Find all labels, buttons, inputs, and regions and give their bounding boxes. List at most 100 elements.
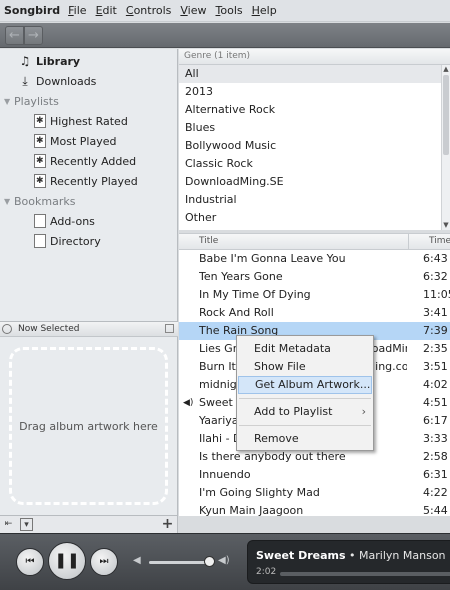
- smart-playlist-icon: [34, 154, 46, 168]
- collapse-triangle-icon: ▼: [4, 196, 11, 206]
- track-time: 5:44: [423, 504, 448, 516]
- genre-item[interactable]: Other: [179, 209, 441, 227]
- genre-item[interactable]: 2013: [179, 83, 441, 101]
- track-time: 2:35: [423, 342, 448, 355]
- track-time: 4:51: [423, 396, 448, 409]
- sidebar-item-downloads[interactable]: ⤓ Downloads: [18, 71, 96, 91]
- sidebar-item-label: Directory: [50, 234, 101, 248]
- smart-playlist-icon: [34, 134, 46, 148]
- track-time: 6:32: [423, 270, 448, 283]
- bookmarks-group[interactable]: ▼ Bookmarks: [4, 191, 75, 211]
- pane-menu-icon[interactable]: [165, 324, 174, 333]
- sidebar-item-directory[interactable]: Directory: [34, 231, 101, 251]
- page-icon: [34, 214, 46, 228]
- track-row[interactable]: I'm Going Slighty Mad 4:22: [179, 484, 450, 502]
- scroll-down-icon[interactable]: ▼: [442, 221, 450, 230]
- menu-item-label: Add to Playlist: [254, 405, 333, 418]
- genre-column-header[interactable]: Genre (1 item): [179, 49, 450, 65]
- toggle-sidebar-icon[interactable]: ⇤: [2, 518, 15, 531]
- sidebar-item-label: Recently Played: [50, 174, 138, 188]
- scrollbar-thumb[interactable]: [443, 75, 449, 155]
- chevron-right-icon: ›: [361, 405, 366, 418]
- display-pane-toggle-icon[interactable]: ▾: [20, 518, 33, 531]
- separator-dot: •: [349, 549, 360, 562]
- track-row[interactable]: Ten Years Gone 6:32: [179, 268, 450, 286]
- menu-item-get-album-artwork[interactable]: Get Album Artwork...: [238, 376, 372, 394]
- sidebar-footer: ⇤ ▾ +: [0, 515, 178, 533]
- genre-list: All 2013 Alternative Rock Blues Bollywoo…: [179, 65, 441, 230]
- track-title: Innuendo: [199, 468, 251, 481]
- next-button[interactable]: ⏭: [90, 548, 118, 576]
- download-icon: ⤓: [22, 74, 28, 88]
- genre-item[interactable]: Alternative Rock: [179, 101, 441, 119]
- sidebar-item-label: Recently Added: [50, 154, 137, 168]
- track-row[interactable]: Innuendo 6:31: [179, 466, 450, 484]
- menu-edit[interactable]: Edit: [96, 4, 117, 17]
- menu-item-show-file[interactable]: Show File: [238, 358, 372, 376]
- menu-controls[interactable]: Controls: [126, 4, 172, 17]
- track-time: 3:33: [423, 432, 448, 445]
- menu-item-add-to-playlist[interactable]: Add to Playlist ›: [238, 403, 372, 421]
- sidebar-item-recently-played[interactable]: Recently Played: [34, 171, 138, 191]
- sidebar-item-add-ons[interactable]: Add-ons: [34, 211, 95, 231]
- context-menu: Edit Metadata Show File Get Album Artwor…: [236, 335, 374, 451]
- menu-file[interactable]: File: [68, 4, 86, 17]
- sidebar-item-most-played[interactable]: Most Played: [34, 131, 116, 151]
- menu-item-edit-metadata[interactable]: Edit Metadata: [238, 340, 372, 358]
- menu-help[interactable]: Help: [252, 4, 277, 17]
- genre-scrollbar[interactable]: ▲ ▼: [441, 65, 450, 230]
- genre-item[interactable]: Blues: [179, 119, 441, 137]
- album-artwork-dropzone[interactable]: Drag album artwork here: [9, 347, 168, 505]
- back-button[interactable]: ←: [5, 26, 24, 45]
- now-playing-artist: Marilyn Manson: [359, 549, 446, 562]
- track-time: 2:58: [423, 450, 448, 463]
- now-playing-title: Sweet Dreams: [256, 549, 346, 562]
- tracklist-header: Title Time: [179, 233, 450, 250]
- sidebar-item-label: Most Played: [50, 134, 117, 148]
- track-time: 4:22: [423, 486, 448, 499]
- volume-slider-knob[interactable]: [204, 556, 215, 567]
- track-title: Ten Years Gone: [199, 270, 283, 283]
- dropzone-text: Drag album artwork here: [19, 419, 158, 433]
- track-row[interactable]: In My Time Of Dying 11:05: [179, 286, 450, 304]
- track-row[interactable]: Kyun Main Jaagoon 5:44: [179, 502, 450, 516]
- menu-tools[interactable]: Tools: [216, 4, 243, 17]
- arrow-left-icon: ←: [9, 28, 20, 43]
- genre-item[interactable]: All: [179, 65, 441, 83]
- track-row[interactable]: Rock And Roll 3:41: [179, 304, 450, 322]
- volume-slider[interactable]: [149, 561, 212, 564]
- previous-icon: ⏮: [25, 556, 35, 567]
- sidebar-item-highest-rated[interactable]: Highest Rated: [34, 111, 128, 131]
- menu-item-remove[interactable]: Remove: [238, 430, 372, 448]
- sidebar-item-label: Add-ons: [50, 214, 95, 228]
- arrow-right-icon: →: [28, 28, 39, 43]
- app-title: Songbird: [4, 4, 61, 17]
- new-playlist-button[interactable]: +: [161, 517, 174, 531]
- column-divider[interactable]: [408, 234, 409, 250]
- column-header-time[interactable]: Time: [429, 236, 450, 246]
- pause-button[interactable]: ❚❚: [48, 542, 86, 580]
- forward-button[interactable]: →: [24, 26, 43, 45]
- elapsed-time: 2:02: [256, 567, 277, 577]
- genre-item[interactable]: Classic Rock: [179, 155, 441, 173]
- smart-playlist-icon: [34, 114, 46, 128]
- track-time: 3:51: [423, 360, 448, 373]
- volume-high-icon[interactable]: ◀): [218, 555, 230, 566]
- playlists-group[interactable]: ▼ Playlists: [4, 91, 59, 111]
- column-header-title[interactable]: Title: [199, 236, 218, 246]
- genre-item[interactable]: Industrial: [179, 191, 441, 209]
- track-row[interactable]: Babe I'm Gonna Leave You 6:43: [179, 250, 450, 268]
- group-label: Bookmarks: [14, 194, 76, 208]
- sidebar-item-recently-added[interactable]: Recently Added: [34, 151, 136, 171]
- scroll-up-icon[interactable]: ▲: [442, 65, 450, 74]
- track-time: 6:43: [423, 252, 448, 265]
- menu-view[interactable]: View: [180, 4, 206, 17]
- volume-low-icon[interactable]: ◀: [133, 555, 141, 566]
- previous-button[interactable]: ⏮: [16, 548, 44, 576]
- seek-bar[interactable]: [280, 572, 450, 576]
- genre-item[interactable]: Bollywood Music: [179, 137, 441, 155]
- speaker-icon: ◀): [183, 398, 194, 408]
- genre-item[interactable]: DownloadMing.SE: [179, 173, 441, 191]
- sidebar-item-library[interactable]: ♫ Library: [18, 51, 81, 71]
- next-icon: ⏭: [99, 556, 109, 567]
